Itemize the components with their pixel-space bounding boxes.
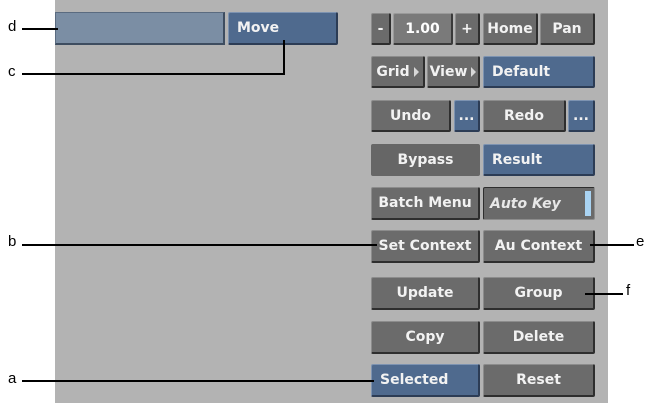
- bypass-button[interactable]: Bypass: [371, 144, 480, 176]
- callout-c-line-horizontal: [22, 73, 285, 75]
- pan-button[interactable]: Pan: [540, 13, 595, 45]
- chevron-right-icon: [413, 66, 419, 77]
- reset-button[interactable]: Reset: [483, 364, 595, 397]
- callout-a-label: a: [8, 370, 17, 387]
- undo-button[interactable]: Undo: [371, 100, 451, 132]
- callout-b-label: b: [8, 233, 17, 250]
- callout-b-line: [22, 244, 377, 246]
- delete-button[interactable]: Delete: [483, 321, 595, 354]
- callout-f-label: f: [626, 282, 631, 299]
- zoom-in-button[interactable]: +: [455, 13, 480, 45]
- update-button[interactable]: Update: [371, 277, 480, 310]
- callout-c-line-vertical: [283, 40, 285, 75]
- set-context-button[interactable]: Set Context: [371, 230, 480, 263]
- view-label: View: [429, 63, 468, 80]
- auto-key-toggle[interactable]: Auto Key: [483, 187, 595, 220]
- chevron-right-icon: [471, 66, 477, 77]
- callout-e-label: e: [636, 233, 645, 250]
- zoom-out-button[interactable]: -: [371, 13, 391, 45]
- redo-button[interactable]: Redo: [483, 100, 566, 132]
- group-button[interactable]: Group: [483, 277, 595, 310]
- undo-options-button[interactable]: ...: [454, 100, 480, 132]
- callout-e-line: [590, 244, 634, 246]
- redo-options-button[interactable]: ...: [568, 100, 595, 132]
- callout-d-label: d: [8, 18, 17, 35]
- selected-button[interactable]: Selected: [371, 364, 480, 397]
- callout-c-label: c: [8, 63, 16, 80]
- grid-label: Grid: [376, 63, 410, 80]
- au-context-button[interactable]: Au Context: [483, 230, 595, 263]
- auto-key-indicator: [585, 191, 591, 216]
- name-field[interactable]: [55, 12, 225, 45]
- batch-menu-button[interactable]: Batch Menu: [371, 187, 480, 220]
- callout-d-line: [22, 28, 58, 30]
- zoom-value-field[interactable]: 1.00: [393, 13, 453, 45]
- default-view-selector[interactable]: Default: [483, 56, 595, 88]
- copy-button[interactable]: Copy: [371, 321, 480, 354]
- home-button[interactable]: Home: [483, 13, 538, 45]
- grid-button[interactable]: Grid: [371, 56, 425, 88]
- view-button[interactable]: View: [427, 56, 480, 88]
- callout-a-line: [22, 380, 374, 382]
- result-button[interactable]: Result: [483, 144, 595, 176]
- callout-f-line: [585, 293, 623, 295]
- auto-key-label: Auto Key: [490, 195, 561, 212]
